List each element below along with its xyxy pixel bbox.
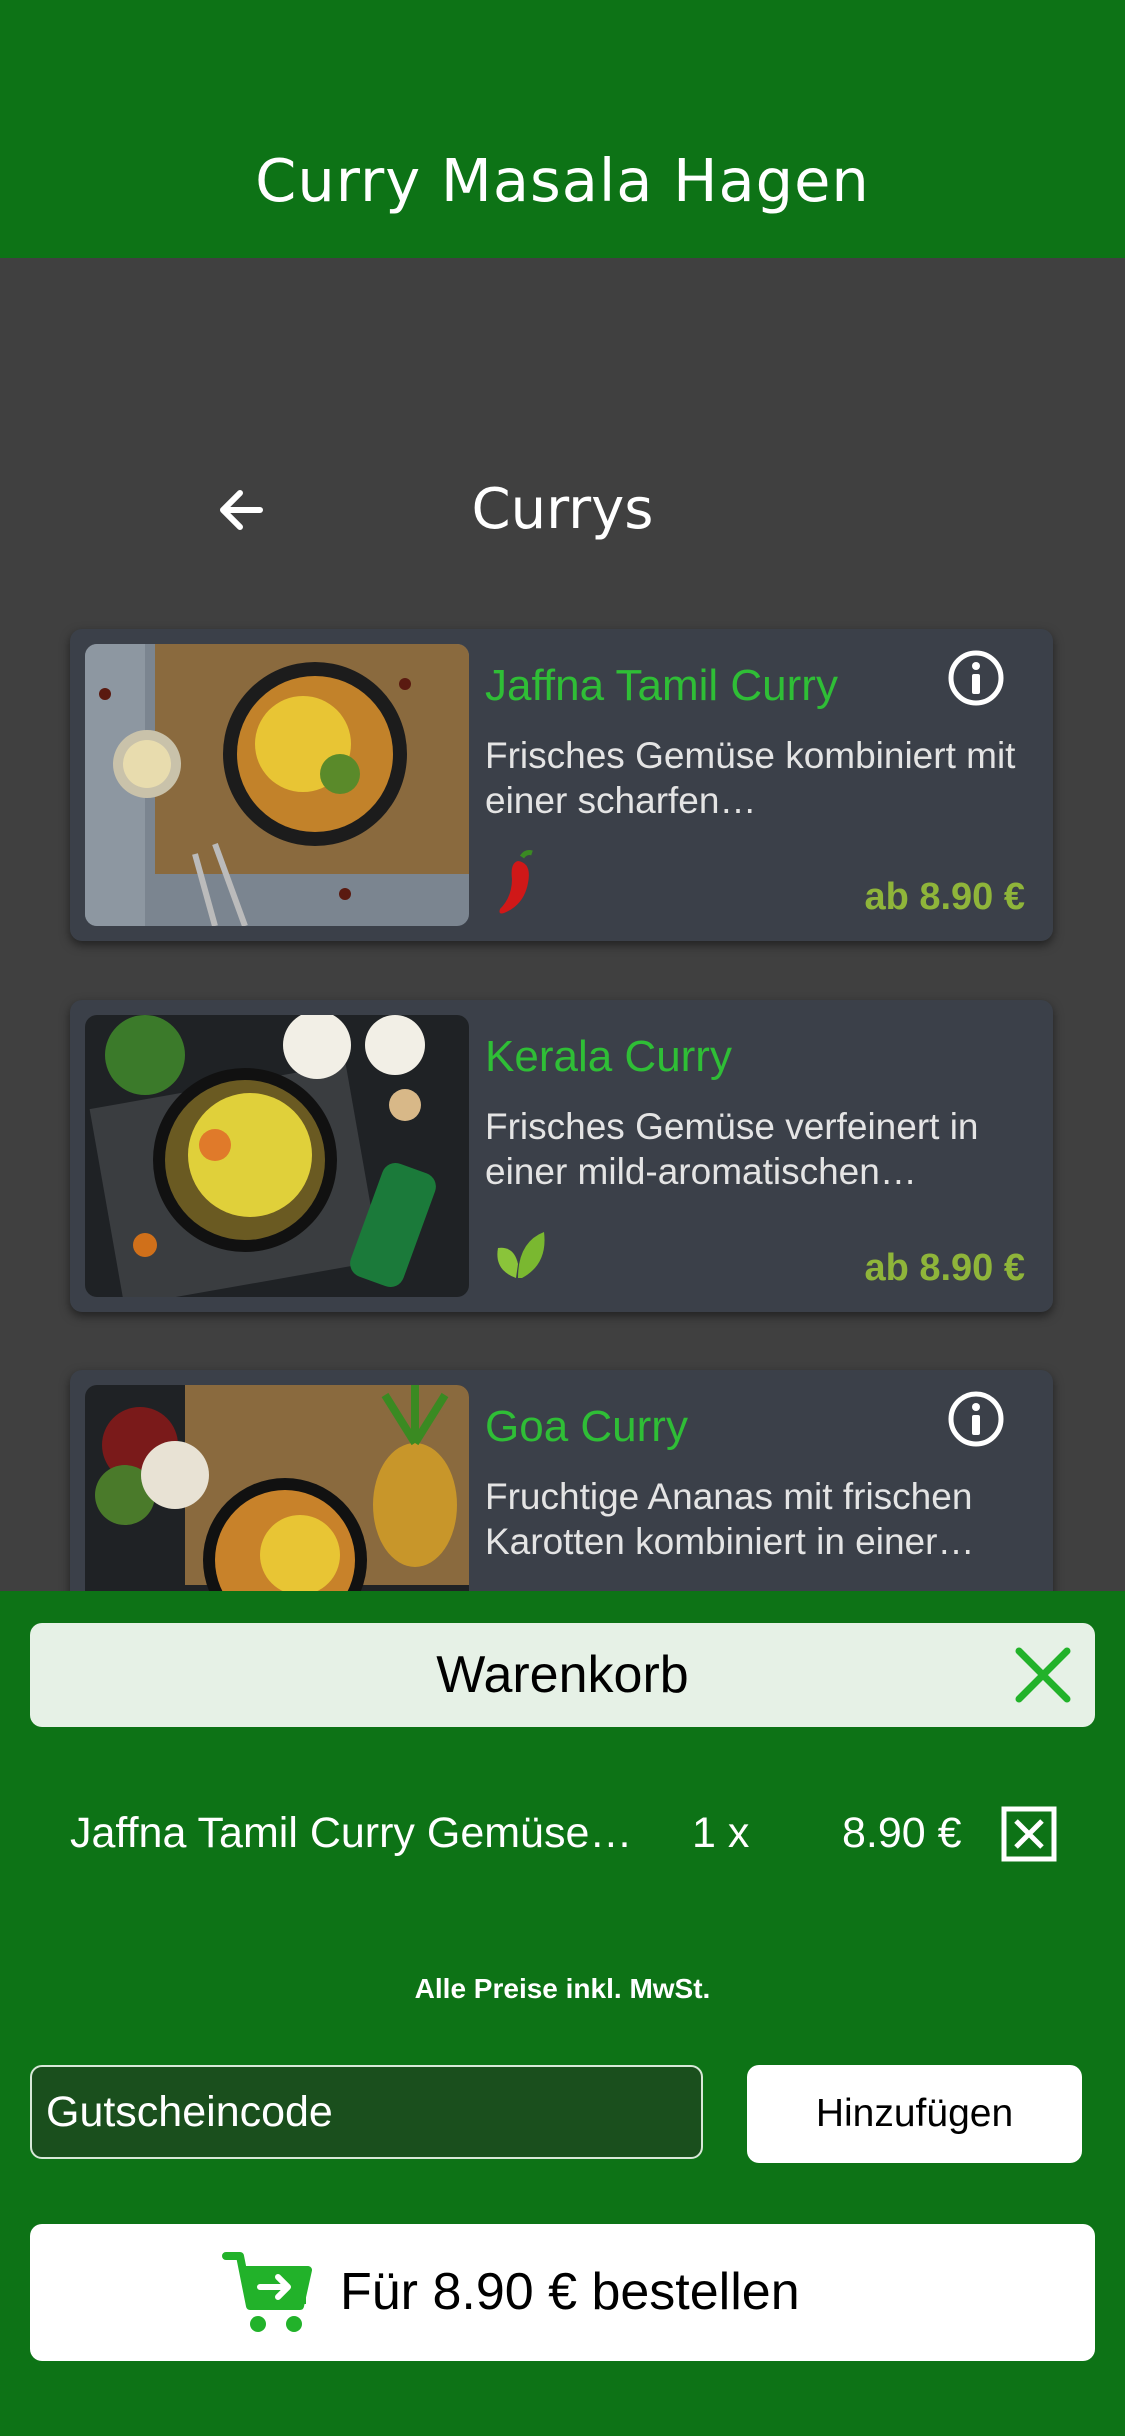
vat-note: Alle Preise inkl. MwSt. — [414, 1973, 711, 2004]
menu-card-kerala[interactable]: Kerala Curry Frisches Gemüse verfeinert … — [70, 1000, 1053, 1312]
category-title: Currys — [471, 477, 654, 542]
dish-image — [85, 1015, 469, 1297]
dish-name: Kerala Curry — [485, 1032, 732, 1081]
dish-description: Frisches Gemüse verfeinert in einer mild… — [485, 1106, 979, 1192]
cart-item-qty: 1 x — [692, 1809, 750, 1857]
restaurant-title: Curry Masala Hagen — [255, 146, 870, 215]
dish-price: ab 8.90 € — [864, 876, 1025, 918]
remove-item-icon[interactable] — [1000, 1805, 1058, 1863]
order-button[interactable]: Für 8.90 € bestellen — [30, 2224, 1095, 2361]
cart-title: Warenkorb — [436, 1646, 689, 1704]
cart-sheet: Warenkorb Jaffna Tamil Curry Gemüse… 1 x… — [0, 1591, 1125, 2436]
add-voucher-label: Hinzufügen — [815, 2092, 1014, 2135]
dish-name: Jaffna Tamil Curry — [485, 661, 838, 710]
dish-image — [85, 644, 469, 926]
order-label: Für 8.90 € bestellen — [340, 2263, 800, 2321]
leaf-icon — [497, 1232, 545, 1278]
info-icon[interactable] — [947, 649, 1005, 707]
chili-icon — [499, 850, 533, 914]
dish-price: ab 8.90 € — [864, 1247, 1025, 1289]
app-header: Curry Masala Hagen — [0, 0, 1125, 258]
cart-item-name: Jaffna Tamil Curry Gemüse… — [70, 1809, 633, 1857]
cart-header: Warenkorb — [30, 1623, 1095, 1727]
voucher-placeholder: Gutscheincode — [46, 2088, 333, 2136]
info-icon[interactable] — [947, 1390, 1005, 1448]
cart-item-price: 8.90 € — [842, 1809, 962, 1857]
add-voucher-button[interactable]: Hinzufügen — [747, 2065, 1082, 2163]
dish-description: Fruchtige Ananas mit frischen Karotten k… — [485, 1476, 975, 1562]
voucher-input[interactable]: Gutscheincode — [30, 2065, 703, 2159]
category-nav: Currys — [0, 470, 1125, 550]
cart-icon — [222, 2252, 312, 2332]
close-icon[interactable] — [1013, 1645, 1073, 1705]
dish-description: Frisches Gemüse kombiniert mit einer sch… — [485, 735, 1016, 821]
menu-card-jaffna[interactable]: Jaffna Tamil Curry Frisches Gemüse kombi… — [70, 629, 1053, 941]
dish-name: Goa Curry — [485, 1402, 688, 1451]
